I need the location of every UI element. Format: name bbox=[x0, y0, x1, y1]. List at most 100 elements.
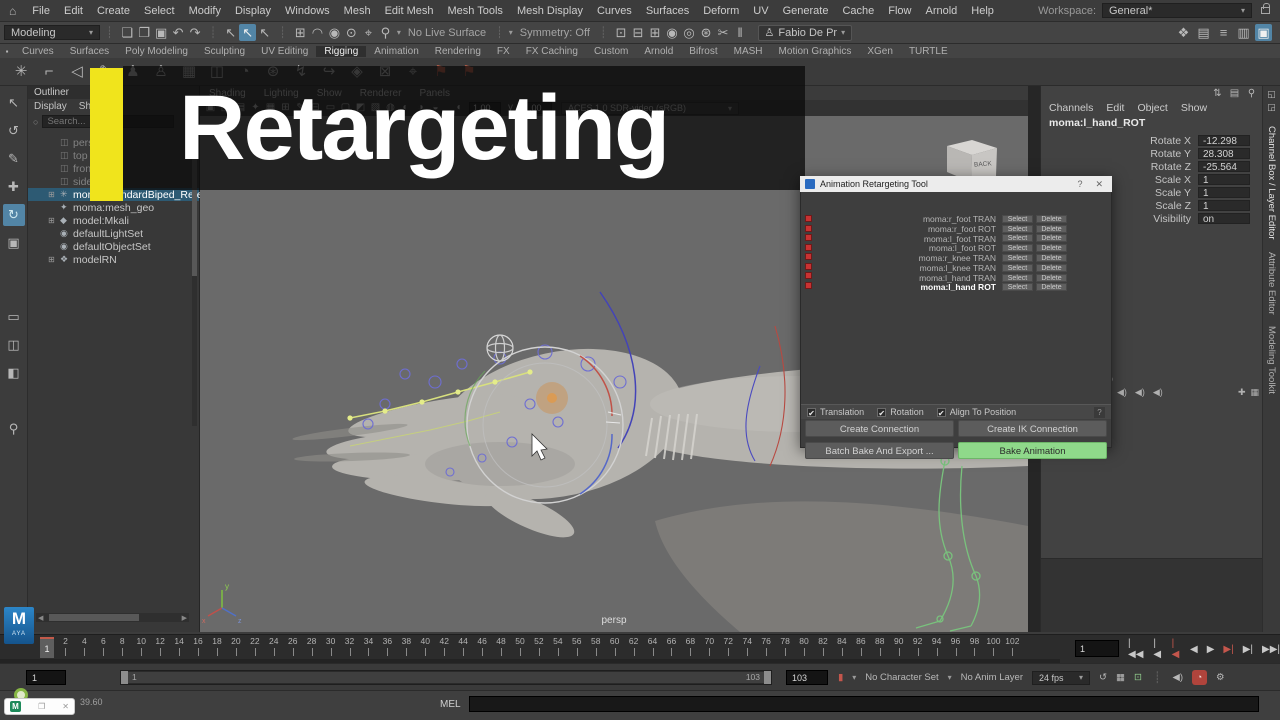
help-icon[interactable]: ? bbox=[1094, 407, 1105, 418]
menu-item[interactable]: Flow bbox=[881, 5, 918, 17]
snap-point-icon[interactable]: ◉ bbox=[326, 24, 343, 41]
select-hierarchy-icon[interactable]: ↖ bbox=[222, 24, 239, 41]
range-slider[interactable]: 1 103 bbox=[120, 670, 772, 685]
outliner-item[interactable]: ◉ defaultLightSet bbox=[28, 227, 199, 240]
menu-item[interactable]: Arnold bbox=[918, 5, 964, 17]
animation-end-field[interactable] bbox=[786, 670, 828, 685]
outliner-item[interactable]: ◉ defaultObjectSet bbox=[28, 240, 199, 253]
layout-two-pane-icon[interactable]: ◫ bbox=[3, 334, 25, 356]
frame-tick[interactable]: 50 bbox=[511, 636, 530, 660]
step-forward-frame-button[interactable]: ▶| bbox=[1243, 644, 1253, 655]
select-button[interactable]: Select bbox=[1002, 225, 1033, 233]
expander-icon[interactable]: ⊞ bbox=[48, 216, 60, 225]
outliner-item[interactable]: ⊞ ◆ model:Mkali bbox=[28, 214, 199, 227]
chevron-down-icon[interactable]: ▾ bbox=[397, 28, 401, 37]
shelf-tab[interactable]: XGen bbox=[859, 46, 901, 57]
channel-value[interactable]: 1 bbox=[1198, 187, 1250, 198]
channel-value[interactable]: 1 bbox=[1198, 174, 1250, 185]
menu-item[interactable]: Select bbox=[137, 5, 182, 17]
frame-tick[interactable]: 48 bbox=[492, 636, 511, 660]
outliner-toggle-icon[interactable]: ❖ bbox=[1175, 24, 1192, 41]
frame-tick[interactable]: 96 bbox=[946, 636, 965, 660]
go-to-end-button[interactable]: ▶▶| bbox=[1262, 644, 1280, 655]
channel-box-menu-item[interactable]: Channels bbox=[1049, 102, 1093, 114]
menu-item[interactable]: UV bbox=[746, 5, 775, 17]
delete-button[interactable]: Delete bbox=[1036, 254, 1067, 262]
fps-dropdown[interactable]: 24 fps ▾ bbox=[1032, 671, 1090, 685]
frame-tick[interactable]: 66 bbox=[662, 636, 681, 660]
channel-value[interactable]: 28.308 bbox=[1198, 148, 1250, 159]
range-start-handle[interactable] bbox=[121, 671, 128, 684]
select-button[interactable]: Select bbox=[1002, 234, 1033, 242]
frame-tick[interactable]: 94 bbox=[927, 636, 946, 660]
save-scene-icon[interactable]: ▣ bbox=[153, 24, 170, 41]
frame-tick[interactable]: 16 bbox=[189, 636, 208, 660]
frame-tick[interactable]: 42 bbox=[435, 636, 454, 660]
delete-button[interactable]: Delete bbox=[1036, 244, 1067, 252]
command-line-input[interactable] bbox=[469, 696, 1259, 712]
select-button[interactable]: Select bbox=[1002, 244, 1033, 252]
menu-item[interactable]: Edit bbox=[57, 5, 90, 17]
menu-item[interactable]: Mesh Tools bbox=[441, 5, 510, 17]
delete-button[interactable]: Delete bbox=[1036, 264, 1067, 272]
batch-bake-export-button[interactable]: Batch Bake And Export ... bbox=[805, 442, 954, 459]
tool-settings-icon[interactable]: ≡ bbox=[1215, 24, 1232, 41]
render-current-icon[interactable]: ⊟ bbox=[630, 24, 647, 41]
frame-tick[interactable]: 44 bbox=[454, 636, 473, 660]
layout-single-pane-icon[interactable]: ▭ bbox=[3, 306, 25, 328]
channel-value[interactable]: -12.298 bbox=[1198, 135, 1250, 146]
frame-tick[interactable]: 74 bbox=[738, 636, 757, 660]
connection-row[interactable]: moma:r_foot TRAN Select Delete bbox=[801, 214, 1111, 224]
channel-name[interactable]: Rotate Z bbox=[1151, 161, 1191, 173]
frame-tick[interactable]: 84 bbox=[832, 636, 851, 660]
lasso-tool-icon[interactable]: ↺ bbox=[3, 120, 25, 142]
select-button[interactable]: Select bbox=[1002, 215, 1033, 223]
animation-preferences-icon[interactable]: ⚙ bbox=[1216, 672, 1225, 683]
shelf-menu-icon[interactable]: ▪ bbox=[0, 43, 14, 60]
maya-taskbar-icon[interactable]: MAYA bbox=[4, 607, 34, 644]
frame-tick[interactable]: 10 bbox=[132, 636, 151, 660]
shelf-tab[interactable]: MASH bbox=[726, 46, 771, 57]
frame-tick[interactable]: 88 bbox=[870, 636, 889, 660]
animation-start-field[interactable] bbox=[26, 670, 66, 685]
frame-tick[interactable]: 46 bbox=[473, 636, 492, 660]
channel-name[interactable]: Scale Z bbox=[1155, 200, 1191, 212]
connection-row[interactable]: moma:l_hand TRAN Select Delete bbox=[801, 273, 1111, 283]
step-back-key-button[interactable]: |◀ bbox=[1172, 638, 1181, 660]
shelf-tab[interactable]: Custom bbox=[586, 46, 636, 57]
shelf-tab[interactable]: Arnold bbox=[636, 46, 681, 57]
frame-tick[interactable]: 58 bbox=[586, 636, 605, 660]
user-account-chip[interactable]: ♙ Fabio De Pr ▾ bbox=[758, 25, 853, 41]
frame-tick[interactable]: 54 bbox=[548, 636, 567, 660]
current-frame-marker[interactable]: 1 bbox=[40, 637, 54, 658]
dock-tab[interactable]: Modeling Toolkit bbox=[1266, 326, 1277, 394]
frame-tick[interactable]: 26 bbox=[283, 636, 302, 660]
channel-box-menu-item[interactable]: Object bbox=[1137, 102, 1167, 114]
shelf-tab[interactable]: Sculpting bbox=[196, 46, 253, 57]
option-checkbox[interactable]: ✔ Rotation bbox=[877, 407, 924, 417]
layer-mute-icon[interactable]: ◀) bbox=[1153, 387, 1163, 398]
frame-tick[interactable]: 60 bbox=[605, 636, 624, 660]
snap-projected-icon[interactable]: ⊙ bbox=[343, 24, 360, 41]
live-surface-label[interactable]: No Live Surface bbox=[404, 27, 490, 39]
graph-editor-icon[interactable]: ▤ bbox=[1195, 24, 1212, 41]
snap-curve-icon[interactable]: ◠ bbox=[309, 24, 326, 41]
dock-tab[interactable]: Attribute Editor bbox=[1266, 252, 1277, 315]
maya-home-icon[interactable]: ⌂ bbox=[0, 4, 25, 18]
shelf-tab[interactable]: Bifrost bbox=[681, 46, 725, 57]
frame-tick[interactable]: 68 bbox=[681, 636, 700, 660]
new-scene-icon[interactable]: ❏ bbox=[119, 24, 136, 41]
connection-row[interactable]: moma:l_foot ROT Select Delete bbox=[801, 243, 1111, 253]
channel-name[interactable]: Rotate Y bbox=[1150, 148, 1191, 160]
frame-tick[interactable]: 22 bbox=[245, 636, 264, 660]
menu-item[interactable]: Mesh bbox=[337, 5, 378, 17]
menuset-dropdown[interactable]: Modeling ▾ bbox=[4, 25, 100, 40]
step-forward-key-button[interactable]: ▶| bbox=[1223, 644, 1233, 655]
symmetry-label[interactable]: Symmetry: Off bbox=[516, 27, 594, 39]
menu-item[interactable]: Deform bbox=[696, 5, 746, 17]
frame-tick[interactable]: 52 bbox=[529, 636, 548, 660]
menu-item[interactable]: Display bbox=[228, 5, 278, 17]
channel-value[interactable]: 1 bbox=[1198, 200, 1250, 211]
select-button[interactable]: Select bbox=[1002, 283, 1033, 291]
close-icon[interactable]: ✕ bbox=[62, 702, 69, 711]
